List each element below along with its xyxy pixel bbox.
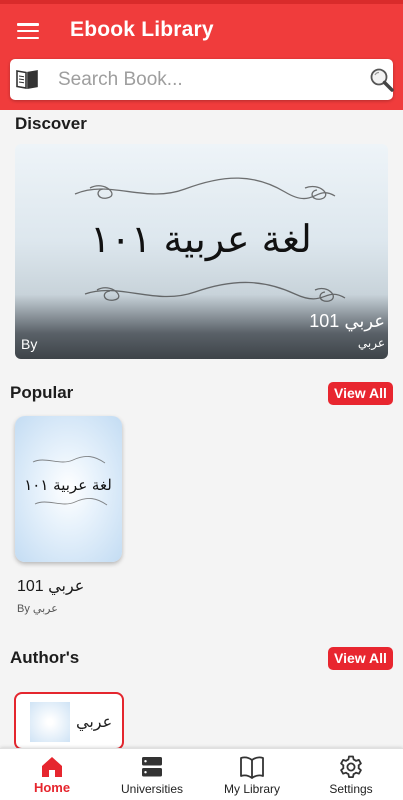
popular-view-all-button[interactable]: View All xyxy=(328,382,393,405)
featured-book-banner[interactable]: لغة عربية ١٠١ By عربي 101 عربي xyxy=(15,144,388,359)
book-icon xyxy=(240,756,264,779)
search-bar[interactable] xyxy=(10,59,395,100)
nav-my-library-label: My Library xyxy=(223,782,280,796)
nav-settings[interactable]: Settings xyxy=(301,749,401,800)
popular-book-title: عربي 101 xyxy=(17,578,85,595)
author-name: عربي xyxy=(76,714,113,731)
nav-home[interactable]: Home xyxy=(2,749,102,800)
popular-book-author: By عربي xyxy=(17,603,58,615)
magnifier-icon[interactable] xyxy=(369,67,395,93)
nav-universities[interactable]: Universities xyxy=(102,749,202,800)
status-strip xyxy=(0,0,403,4)
app-bar: Ebook Library xyxy=(0,0,403,110)
featured-cover-title: لغة عربية ١٠١ xyxy=(90,217,312,262)
hamburger-menu-icon[interactable] xyxy=(16,20,40,42)
bottom-navigation: Home Universities My Library Settings xyxy=(0,748,403,800)
nav-my-library[interactable]: My Library xyxy=(202,749,302,800)
author-card[interactable]: عربي xyxy=(14,692,124,750)
app-title: Ebook Library xyxy=(70,18,214,41)
home-icon xyxy=(42,757,62,777)
search-input[interactable] xyxy=(58,65,348,94)
nav-settings-label: Settings xyxy=(329,782,373,796)
open-book-icon xyxy=(16,70,38,89)
author-avatar xyxy=(30,702,70,742)
featured-cover-art: لغة عربية ١٠١ xyxy=(74,177,346,302)
featured-book-title: عربي 101 xyxy=(309,311,385,331)
server-icon xyxy=(142,757,162,777)
nav-universities-label: Universities xyxy=(120,782,183,796)
popular-heading: Popular xyxy=(10,383,74,402)
nav-home-label: Home xyxy=(33,780,71,795)
popular-cover-title: لغة عربية ١٠١ xyxy=(24,476,112,494)
popular-book-card[interactable]: لغة عربية ١٠١ xyxy=(15,416,122,562)
gear-icon xyxy=(340,755,362,778)
popular-cover-art: لغة عربية ١٠١ xyxy=(24,456,112,506)
authors-view-all-button[interactable]: View All xyxy=(328,647,393,670)
authors-heading: Author's xyxy=(10,648,80,667)
featured-by-label: By xyxy=(21,336,38,352)
featured-book-author: عربي xyxy=(357,336,385,350)
discover-heading: Discover xyxy=(15,114,87,133)
